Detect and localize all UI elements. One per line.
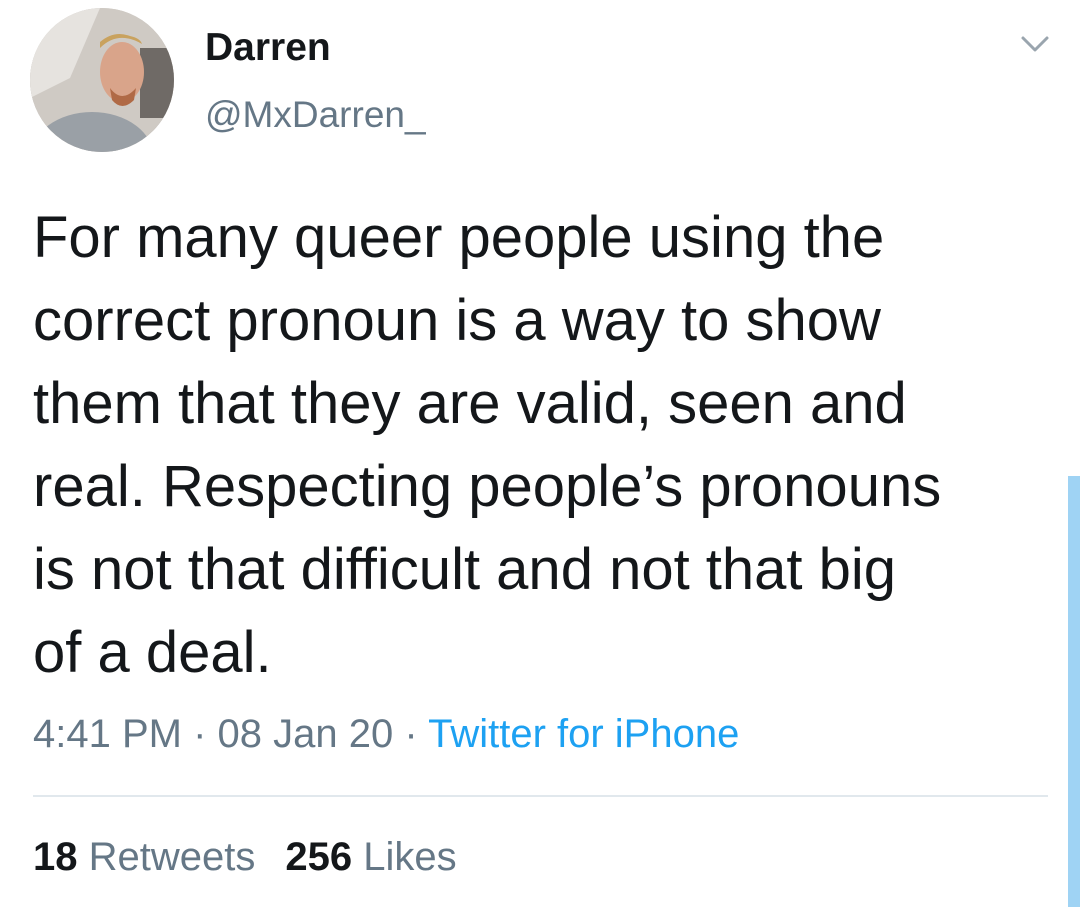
tweet-stats: 18 Retweets 256 Likes <box>33 832 457 882</box>
tweet-source-link[interactable]: Twitter for iPhone <box>428 712 739 756</box>
tweet-meta: 4:41 PM · 08 Jan 20 · Twitter for iPhone <box>33 708 739 760</box>
avatar-photo <box>30 8 174 152</box>
chevron-down-icon[interactable] <box>1018 30 1052 58</box>
tweet-text: For many queer people using the correct … <box>33 205 942 685</box>
retweets-stat[interactable]: 18 Retweets <box>33 835 255 879</box>
user-handle[interactable]: @MxDarren_ <box>205 92 426 138</box>
display-name[interactable]: Darren <box>205 24 331 72</box>
divider <box>33 795 1048 797</box>
scroll-indicator[interactable] <box>1068 476 1080 907</box>
tweet-date[interactable]: 08 Jan 20 <box>218 712 394 756</box>
tweet-time[interactable]: 4:41 PM <box>33 712 182 756</box>
tweet-card: Darren @MxDarren_ For many queer people … <box>0 0 1080 907</box>
meta-separator: · <box>193 712 207 756</box>
likes-label: Likes <box>363 835 457 879</box>
likes-stat[interactable]: 256 Likes <box>285 835 456 879</box>
likes-count: 256 <box>285 835 353 879</box>
avatar[interactable] <box>30 8 174 152</box>
meta-separator: · <box>404 712 418 756</box>
retweets-label: Retweets <box>88 835 256 879</box>
retweets-count: 18 <box>33 835 78 879</box>
